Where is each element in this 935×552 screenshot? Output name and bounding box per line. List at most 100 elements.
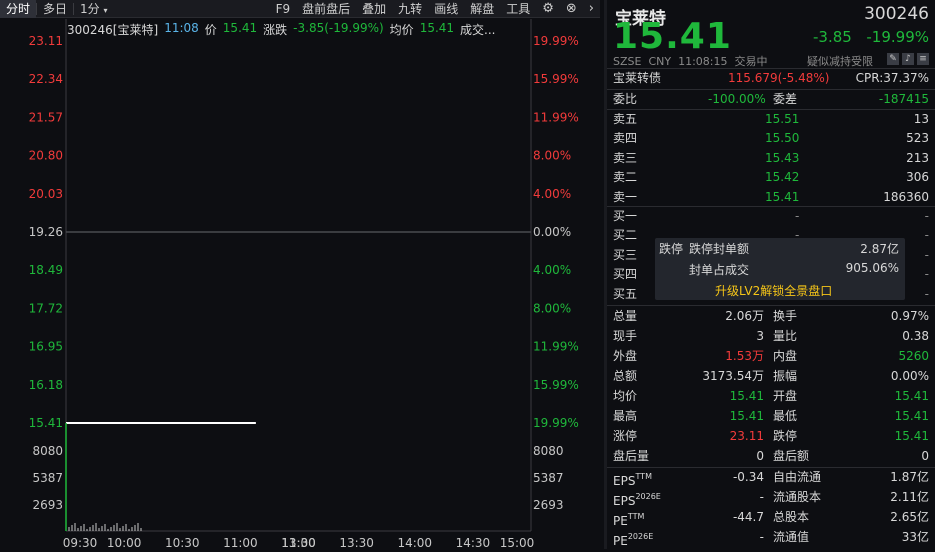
stat-row: 总额 3173.54万 振幅 0.00% [613, 367, 929, 387]
popup-row2-label: 封单占成交 [689, 263, 750, 277]
volume-label: 成交... [460, 23, 496, 37]
stat-label: 总额 [613, 369, 638, 383]
fund-value: 2.65亿 [890, 510, 929, 524]
stat-row: 盘后量 0 盘后额 0 [613, 447, 929, 467]
bell-icon[interactable]: ♪ [902, 53, 914, 65]
period-select[interactable]: 1分 ▾ [74, 0, 113, 18]
pct-tick-label: 0.00% [533, 225, 571, 239]
price-tick-label: 20.03 [29, 187, 63, 201]
stat-value: 1.53万 [725, 349, 764, 363]
fund-label: PE2026E [613, 528, 653, 552]
stat-value: 15.41 [729, 409, 764, 423]
stat-label: 换手 [773, 309, 798, 323]
stat-value: 0 [921, 449, 929, 463]
f9-button[interactable]: F9 [270, 0, 297, 18]
draw-line-button[interactable]: 画线 [428, 0, 464, 18]
nine-turn-button[interactable]: 九转 [392, 0, 428, 18]
bid-volume: - [924, 267, 929, 282]
fund-label: 自由流通 [773, 470, 822, 484]
volume-tick-label: 5387 [32, 471, 63, 485]
ask-price: 15.42 [765, 170, 800, 185]
pct-tick-label: 11.99% [533, 340, 579, 354]
stat-value: 15.41 [894, 429, 929, 443]
ask-row: 卖一 15.41 186360 [613, 188, 929, 208]
time-tick-label: 14:00 [397, 536, 432, 549]
pct-tick-label: 8.00% [533, 301, 571, 315]
pre-post-market-button[interactable]: 盘前盘后 [296, 0, 356, 18]
fund-label-text: EPS [613, 474, 636, 488]
stat-value: 0.00% [890, 369, 929, 383]
quote-time: 11:08:15 [678, 55, 728, 68]
intraday-chart[interactable]: 23.11 19.99% 22.34 15.99% 21.57 11.99% 20.80 8.… [0, 19, 598, 549]
bid-volume: - [924, 247, 929, 262]
bid-label: 买五 [613, 286, 638, 301]
volume-tick-label: 2693 [32, 498, 63, 512]
convertible-bond-row[interactable]: 宝莱转债 115.679(-5.48%) CPR:37.37% [613, 69, 929, 89]
tab-intraday[interactable]: 分时 [0, 0, 37, 18]
stat-value: 3 [756, 329, 764, 343]
stat-label: 最低 [773, 409, 798, 423]
stat-label: 跌停 [773, 429, 798, 443]
time-tick-label: 09:30 [63, 536, 98, 549]
tools-button[interactable]: 工具 [500, 0, 536, 18]
overlay-button[interactable]: 叠加 [356, 0, 392, 18]
edit-icon[interactable]: ✎ [887, 53, 899, 65]
ask-volume: 306 [906, 170, 929, 185]
ask-price: 15.43 [765, 150, 800, 165]
stat-label: 量比 [773, 329, 798, 343]
stat-value: 0 [756, 449, 764, 463]
avg-value: 15.41 [419, 21, 455, 35]
commission-diff: -187415 [878, 92, 929, 106]
volume-tick-label-right: 5387 [533, 471, 564, 485]
pct-tick-label: 8.00% [533, 149, 571, 163]
ask-volume: 186360 [883, 189, 929, 204]
stat-label: 盘后额 [773, 449, 810, 463]
upgrade-link[interactable]: 升级LV2解锁全景盘口 [715, 282, 832, 299]
stat-value: 15.41 [894, 389, 929, 403]
chevron-right-icon[interactable]: › [583, 0, 600, 18]
change-label: 涨跌 [263, 23, 288, 37]
fund-label: 流通股本 [773, 490, 822, 504]
pct-tick-label: 15.99% [533, 72, 579, 86]
tab-multi-day[interactable]: 多日 [37, 0, 73, 18]
stat-label: 现手 [613, 329, 638, 343]
stat-value: 0.97% [890, 309, 929, 323]
info-time: 11:08 [164, 21, 199, 35]
ask-row: 卖四 15.50 523 [613, 129, 929, 149]
last-price: 15.41 [613, 16, 732, 57]
currency: CNY [648, 55, 672, 68]
stat-label: 盘后量 [613, 449, 650, 463]
fund-row: EPS2026E - 流通股本 2.11亿 [613, 488, 929, 508]
bid-label: 买一 [613, 209, 638, 223]
price-tick-label: 19.26 [29, 225, 63, 239]
settings-icon[interactable]: ⚙ [536, 0, 560, 18]
popup-row1-label: 跌停封单额 [689, 242, 750, 256]
time-tick-label: 10:30 [165, 536, 200, 549]
caret-down-icon: ▾ [103, 5, 108, 15]
avg-label: 均价 [389, 23, 414, 37]
stat-label: 最高 [613, 409, 638, 423]
commission-ratio: -100.00% [708, 92, 766, 106]
price-tick-label: 17.72 [29, 301, 63, 315]
stat-value: 23.11 [729, 429, 764, 443]
change-value: -3.85(-19.99%) [293, 21, 384, 35]
commission-ratio-label: 委比 [613, 92, 638, 106]
analysis-button[interactable]: 解盘 [464, 0, 500, 18]
trading-status: 交易中 [734, 55, 768, 68]
price-tick-label: 15.41 [29, 416, 63, 430]
pct-tick-label: 15.99% [533, 378, 579, 392]
close-icon[interactable]: ⊗ [560, 0, 583, 18]
fund-row: EPSTTM -0.34 自由流通 1.87亿 [613, 468, 929, 488]
volume-tick-label-right: 8080 [533, 444, 564, 458]
bid-row: 买一 - - [613, 207, 929, 227]
stat-row: 外盘 1.53万 内盘 5260 [613, 347, 929, 367]
fund-label-text: PE [613, 514, 628, 528]
time-tick-label: 13:30 [339, 536, 374, 549]
bond-value: 115.679(-5.48%) [728, 71, 830, 85]
chart-info-bar: 300246[宝莱特] 11:08 价 15.41 涨跌 -3.85(-19.9… [67, 21, 496, 37]
stat-value: 0.38 [902, 329, 929, 343]
bid-label: 买四 [613, 267, 638, 282]
ask-label: 卖三 [613, 150, 638, 165]
stat-value: 5260 [898, 349, 929, 363]
more-icon[interactable]: ≡ [917, 53, 929, 65]
